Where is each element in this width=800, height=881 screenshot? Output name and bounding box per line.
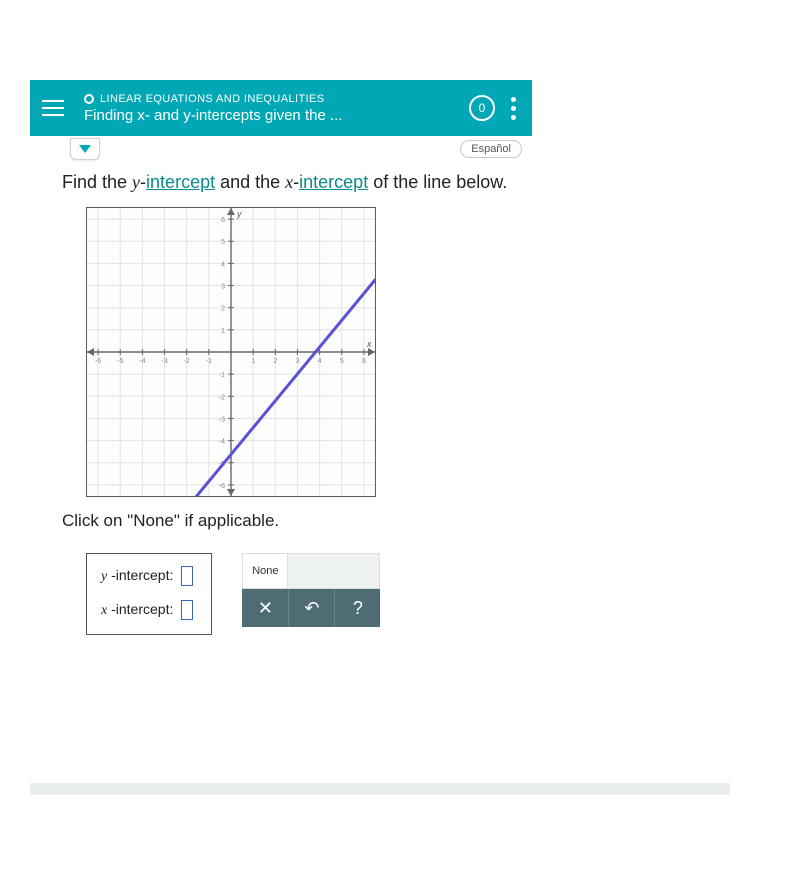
svg-text:4: 4 xyxy=(318,358,322,365)
svg-text:-2: -2 xyxy=(184,358,190,365)
header-actions: 0 xyxy=(469,93,520,124)
dropdown-tab[interactable] xyxy=(70,138,100,160)
subbar: Español xyxy=(30,136,532,168)
svg-text:1: 1 xyxy=(251,358,255,365)
svg-text:-1: -1 xyxy=(206,358,212,365)
chevron-down-icon xyxy=(79,145,91,153)
svg-text:5: 5 xyxy=(340,358,344,365)
chart-svg: -6-5-4-3-2-1123456-6-5-4-3-2-1123456yx xyxy=(87,208,375,496)
svg-text:-3: -3 xyxy=(161,358,167,365)
header-kicker: LINEAR EQUATIONS AND INEQUALITIES xyxy=(84,93,469,105)
app-header: LINEAR EQUATIONS AND INEQUALITIES Findin… xyxy=(30,80,532,136)
help-button[interactable]: ? xyxy=(334,589,380,627)
svg-text:3: 3 xyxy=(221,284,225,291)
svg-text:x: x xyxy=(366,339,372,349)
svg-text:4: 4 xyxy=(221,261,225,268)
clear-button[interactable]: ✕ xyxy=(242,589,288,627)
svg-text:-1: -1 xyxy=(219,372,225,379)
tool-top-row: None xyxy=(242,553,380,589)
svg-text:-3: -3 xyxy=(219,416,225,423)
svg-text:-5: -5 xyxy=(117,358,123,365)
answer-x: x -intercept: xyxy=(101,600,193,620)
footer-bar xyxy=(30,783,730,795)
answer-box: y -intercept: x -intercept: xyxy=(86,553,212,635)
none-button[interactable]: None xyxy=(242,553,288,589)
hint-text: Click on "None" if applicable. xyxy=(62,511,800,531)
svg-text:-4: -4 xyxy=(219,439,225,446)
header-kicker-text: LINEAR EQUATIONS AND INEQUALITIES xyxy=(100,93,325,105)
svg-text:5: 5 xyxy=(221,239,225,246)
language-button[interactable]: Español xyxy=(460,140,522,158)
menu-icon[interactable] xyxy=(42,94,70,122)
link-intercept-y[interactable]: intercept xyxy=(146,172,215,192)
header-titles: LINEAR EQUATIONS AND INEQUALITIES Findin… xyxy=(84,93,469,124)
status-dot-icon xyxy=(84,94,94,104)
svg-text:y: y xyxy=(236,209,242,219)
tool-bottom-row: ✕ ↶ ? xyxy=(242,589,380,627)
x-intercept-input[interactable] xyxy=(181,600,193,620)
svg-text:-6: -6 xyxy=(95,358,101,365)
answer-y: y -intercept: xyxy=(101,566,193,586)
answers-row: y -intercept: x -intercept: None ✕ ↶ ? xyxy=(86,553,800,635)
svg-text:2: 2 xyxy=(221,306,225,313)
kebab-icon[interactable] xyxy=(507,93,520,124)
svg-text:-2: -2 xyxy=(219,394,225,401)
question-prompt: Find the y-intercept and the x-intercept… xyxy=(62,172,800,193)
svg-text:2: 2 xyxy=(273,358,277,365)
header-title: Finding x- and y-intercepts given the ..… xyxy=(84,107,384,124)
graph: -6-5-4-3-2-1123456-6-5-4-3-2-1123456yx xyxy=(86,207,800,497)
undo-button[interactable]: ↶ xyxy=(288,589,334,627)
svg-text:-6: -6 xyxy=(219,483,225,490)
svg-text:6: 6 xyxy=(221,217,225,224)
tool-column: None ✕ ↶ ? xyxy=(242,553,380,627)
y-intercept-input[interactable] xyxy=(181,566,193,586)
tool-spacer xyxy=(288,553,380,589)
link-intercept-x[interactable]: intercept xyxy=(299,172,368,192)
svg-text:3: 3 xyxy=(296,358,300,365)
content: Find the y-intercept and the x-intercept… xyxy=(62,172,800,635)
svg-text:-4: -4 xyxy=(139,358,145,365)
svg-text:6: 6 xyxy=(362,358,366,365)
graph-frame: -6-5-4-3-2-1123456-6-5-4-3-2-1123456yx xyxy=(86,207,376,497)
svg-text:1: 1 xyxy=(221,328,225,335)
attempt-counter[interactable]: 0 xyxy=(469,95,495,121)
